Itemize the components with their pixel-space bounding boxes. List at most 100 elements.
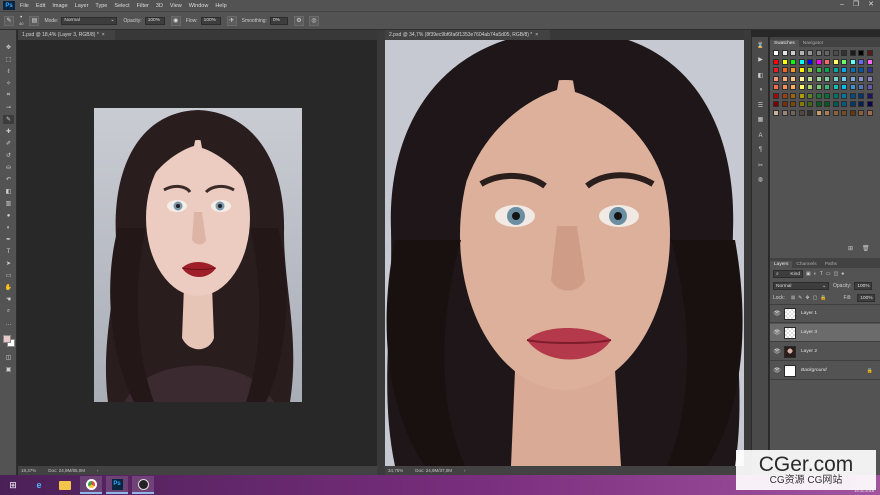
new-swatch-icon[interactable]: ⊞ bbox=[848, 245, 853, 252]
swatch[interactable] bbox=[790, 58, 796, 65]
menu-window[interactable]: Window bbox=[189, 3, 209, 9]
eye-icon[interactable]: 👁 bbox=[770, 329, 784, 336]
mode-select[interactable]: Normal ⌄ bbox=[61, 16, 118, 25]
swatch[interactable] bbox=[858, 109, 864, 116]
filter-pixel-icon[interactable]: ▣ bbox=[806, 271, 811, 277]
filter-shape-icon[interactable]: ▭ bbox=[826, 271, 831, 277]
dodge-tool-icon[interactable]: ◐ bbox=[3, 223, 14, 232]
properties-panel-icon[interactable]: ☰ bbox=[756, 101, 765, 110]
lock-pixels-icon[interactable]: ✎ bbox=[798, 295, 802, 301]
clone-stamp-tool-icon[interactable]: ⛀ bbox=[3, 163, 14, 172]
tab-navigator[interactable]: Navigator bbox=[799, 40, 828, 47]
swatch[interactable] bbox=[824, 67, 830, 73]
swatch[interactable] bbox=[807, 50, 813, 56]
shape-tool-icon[interactable]: ▭ bbox=[3, 271, 14, 280]
kind-filter-select[interactable]: ⌕ Kind bbox=[773, 270, 803, 278]
swatch[interactable] bbox=[832, 67, 839, 73]
swatch[interactable] bbox=[815, 109, 822, 116]
blend-mode-select[interactable]: Normal ⌄ bbox=[773, 282, 829, 290]
swatch[interactable] bbox=[773, 84, 779, 90]
styles-panel-icon[interactable]: ▦ bbox=[756, 115, 765, 124]
airbrush-icon[interactable]: ✈ bbox=[226, 15, 237, 26]
swatch[interactable] bbox=[866, 109, 873, 116]
foreground-color-swatch[interactable] bbox=[3, 335, 11, 343]
layer-row-layer-1[interactable]: 👁 Layer 1 bbox=[770, 305, 880, 323]
close-icon[interactable]: ✕ bbox=[868, 0, 874, 10]
adjustments-panel-icon[interactable]: ◑ bbox=[756, 85, 765, 94]
quick-mask-icon[interactable]: ◫ bbox=[3, 353, 14, 362]
crop-tool-icon[interactable]: ⌗ bbox=[3, 91, 14, 100]
smoothing-input[interactable]: 0% bbox=[269, 16, 288, 25]
swatch[interactable] bbox=[773, 75, 779, 82]
swatch[interactable] bbox=[798, 84, 805, 90]
swatch[interactable] bbox=[849, 101, 856, 107]
swatch[interactable] bbox=[866, 50, 873, 56]
swatch[interactable] bbox=[773, 58, 779, 65]
swatch[interactable] bbox=[824, 84, 830, 90]
swatch[interactable] bbox=[832, 50, 839, 56]
history-panel-icon[interactable]: ⌛ bbox=[756, 41, 765, 50]
swatch[interactable] bbox=[849, 109, 856, 116]
swatch[interactable] bbox=[841, 84, 847, 90]
swatch[interactable] bbox=[824, 75, 830, 82]
minimize-icon[interactable]: – bbox=[840, 0, 844, 10]
swatch[interactable] bbox=[790, 109, 796, 116]
swatch[interactable] bbox=[858, 75, 864, 82]
eye-icon[interactable]: 👁 bbox=[770, 348, 784, 355]
swatch[interactable] bbox=[849, 50, 856, 56]
swatch[interactable] bbox=[781, 92, 788, 99]
swatch[interactable] bbox=[790, 50, 796, 56]
menu-layer[interactable]: Layer bbox=[75, 3, 89, 9]
swatch[interactable] bbox=[858, 67, 864, 73]
swatch[interactable] bbox=[815, 58, 822, 65]
swatch[interactable] bbox=[807, 92, 813, 99]
swatch[interactable] bbox=[841, 109, 847, 116]
move-tool-icon[interactable]: ✥ bbox=[3, 43, 14, 52]
gradient-tool-icon[interactable]: ▥ bbox=[3, 199, 14, 208]
lock-position-icon[interactable]: ✥ bbox=[805, 295, 809, 301]
swatch[interactable] bbox=[781, 84, 788, 90]
swatch[interactable] bbox=[815, 101, 822, 107]
swatch[interactable] bbox=[858, 50, 864, 56]
eye-icon[interactable]: 👁 bbox=[770, 367, 784, 374]
close-tab-icon[interactable]: × bbox=[102, 32, 105, 38]
swatch[interactable] bbox=[798, 109, 805, 116]
filter-type-icon[interactable]: T bbox=[820, 271, 823, 277]
swatch[interactable] bbox=[824, 50, 830, 56]
swatch[interactable] bbox=[841, 50, 847, 56]
pressure-size-icon[interactable]: ◎ bbox=[308, 15, 319, 26]
tab-paths[interactable]: Paths bbox=[821, 261, 841, 268]
swatch[interactable] bbox=[790, 67, 796, 73]
swatch[interactable] bbox=[773, 67, 779, 73]
layer-row-layer-3[interactable]: 👁 Layer 3 bbox=[770, 324, 880, 342]
swatch[interactable] bbox=[824, 101, 830, 107]
swatch[interactable] bbox=[798, 67, 805, 73]
menu-type[interactable]: Type bbox=[95, 3, 107, 9]
swatch[interactable] bbox=[866, 75, 873, 82]
lock-all-icon[interactable]: 🔒 bbox=[820, 295, 826, 301]
path-select-tool-icon[interactable]: ➤ bbox=[3, 259, 14, 268]
swatch[interactable] bbox=[807, 101, 813, 107]
maximize-icon[interactable]: ❐ bbox=[853, 0, 859, 10]
eyedropper-tool-icon[interactable]: ⊸ bbox=[3, 103, 14, 112]
swatch[interactable] bbox=[866, 58, 873, 65]
chevron-right-icon[interactable]: › bbox=[464, 468, 466, 473]
brush-size-picker[interactable]: • 40 bbox=[19, 15, 23, 26]
swatch[interactable] bbox=[841, 101, 847, 107]
document-tab-2[interactable]: 2.psd @ 34,7% (8f39ec9bf6fa6f1353e7604ab… bbox=[385, 30, 550, 40]
swatch[interactable] bbox=[832, 75, 839, 82]
trash-icon[interactable]: 🗑 bbox=[862, 245, 870, 252]
swatch[interactable] bbox=[858, 84, 864, 90]
swatch[interactable] bbox=[790, 75, 796, 82]
brush-tool-preset-icon[interactable]: ✎ bbox=[4, 15, 14, 26]
quick-select-tool-icon[interactable]: ✧ bbox=[3, 79, 14, 88]
swatch[interactable] bbox=[824, 109, 830, 116]
swatch[interactable] bbox=[849, 58, 856, 65]
filter-smart-icon[interactable]: ◫ bbox=[834, 271, 839, 277]
swatch[interactable] bbox=[815, 67, 822, 73]
lock-artboard-icon[interactable]: ▢ bbox=[813, 295, 818, 301]
swatch[interactable] bbox=[790, 84, 796, 90]
swatch[interactable] bbox=[841, 75, 847, 82]
layer-opacity-input[interactable]: 100% bbox=[854, 282, 873, 290]
swatch[interactable] bbox=[866, 92, 873, 99]
